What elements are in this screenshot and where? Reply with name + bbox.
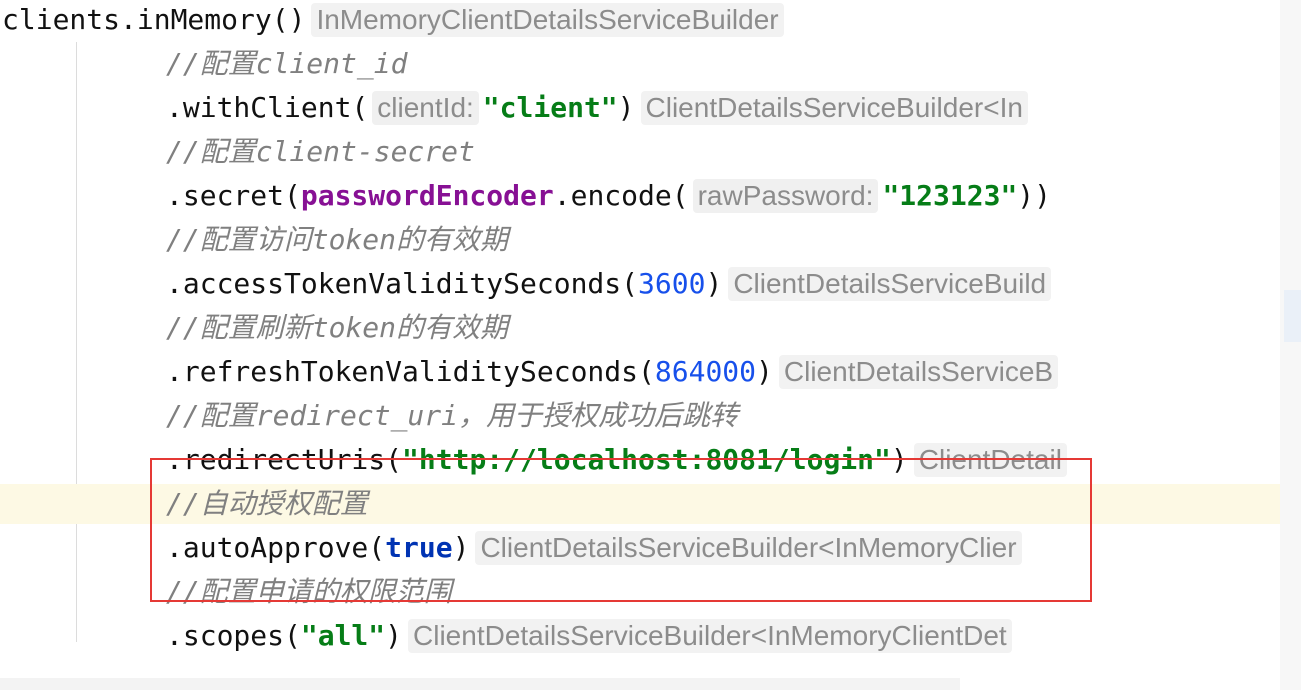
number-arg: 864000 [654,355,757,388]
comment-line[interactable]: //配置client_id [0,44,1280,84]
comment-line[interactable]: //配置redirect_uri，用于授权成功后跳转 [0,396,1280,436]
code-line[interactable]: .accessTokenValiditySeconds(3600) ClientD… [0,264,1280,304]
code-line[interactable]: clients.inMemory() InMemoryClientDetailsS… [0,0,1280,40]
keyword-arg: true [385,531,453,564]
close-paren: ) [452,531,470,564]
comment-text: //配置刷新token的有效期 [166,311,509,344]
code-line[interactable]: .scopes("all") ClientDetailsServiceBuilde… [0,616,1280,656]
code-text: clients.inMemory() [2,3,306,36]
code-editor[interactable]: clients.inMemory() InMemoryClientDetailsS… [0,0,1280,690]
code-line[interactable]: .redirectUris("http://localhost:8081/log… [0,440,1280,480]
close-paren: )) [1017,179,1052,212]
close-paren: ) [756,355,773,388]
comment-text: //配置访问token的有效期 [166,223,509,256]
method-call: .withClient( [166,91,369,124]
comment-line[interactable]: //配置申请的权限范围 [0,572,1280,612]
method-call: .secret( [166,179,301,212]
bottom-strip [0,678,960,690]
comment-line[interactable]: //配置刷新token的有效期 [0,308,1280,348]
type-hint: ClientDetailsServiceBuilder<In [640,91,1028,125]
close-paren: ) [890,443,908,476]
type-hint: ClientDetailsServiceBuild [728,267,1052,301]
comment-text: //自动授权配置 [166,487,368,520]
comment-line[interactable]: //配置client-secret [0,132,1280,172]
comment-text: //配置client-secret [166,135,475,168]
string-arg: "http://localhost:8081/login" [402,443,891,476]
type-hint: ClientDetailsServiceB [778,355,1059,389]
param-hint: rawPassword: [692,179,879,213]
type-hint: ClientDetailsServiceBuilder<InMemoryClie… [475,531,1022,565]
method-call: .accessTokenValiditySeconds( [166,267,639,300]
string-arg: "all" [300,619,386,652]
code-line[interactable]: .secret(passwordEncoder.encode(rawPasswo… [0,176,1280,216]
string-arg: "client" [482,91,618,124]
type-hint: ClientDetailsServiceBuilder<InMemoryClie… [408,619,1012,653]
scrollbar-gutter[interactable] [1280,0,1301,690]
code-line[interactable]: .refreshTokenValiditySeconds(864000) Clie… [0,352,1280,392]
code-line[interactable]: .autoApprove(true) ClientDetailsServiceBu… [0,528,1280,568]
method-call: .encode( [553,179,689,212]
string-arg: "123123" [882,179,1018,212]
comment-line-current[interactable]: //自动授权配置 [0,484,1280,524]
comment-text: //配置申请的权限范围 [166,575,452,608]
comment-text: //配置client_id [166,47,408,80]
method-call: .redirectUris( [166,443,403,476]
param-hint: clientId: [372,91,479,125]
scroll-marker [1284,290,1301,342]
field-ref: passwordEncoder [300,179,554,212]
close-paren: ) [705,267,723,300]
type-hint: ClientDetail [913,443,1067,477]
method-call: .scopes( [166,619,301,652]
comment-text: //配置redirect_uri，用于授权成功后跳转 [166,399,739,432]
method-call: .autoApprove( [166,531,386,564]
method-call: .refreshTokenValiditySeconds( [166,355,655,388]
comment-line[interactable]: //配置访问token的有效期 [0,220,1280,260]
close-paren: ) [385,619,403,652]
type-hint: InMemoryClientDetailsServiceBuilder [311,3,784,37]
code-line[interactable]: .withClient(clientId: "client") ClientDeta… [0,88,1280,128]
close-paren: ) [617,91,635,124]
number-arg: 3600 [638,267,706,300]
